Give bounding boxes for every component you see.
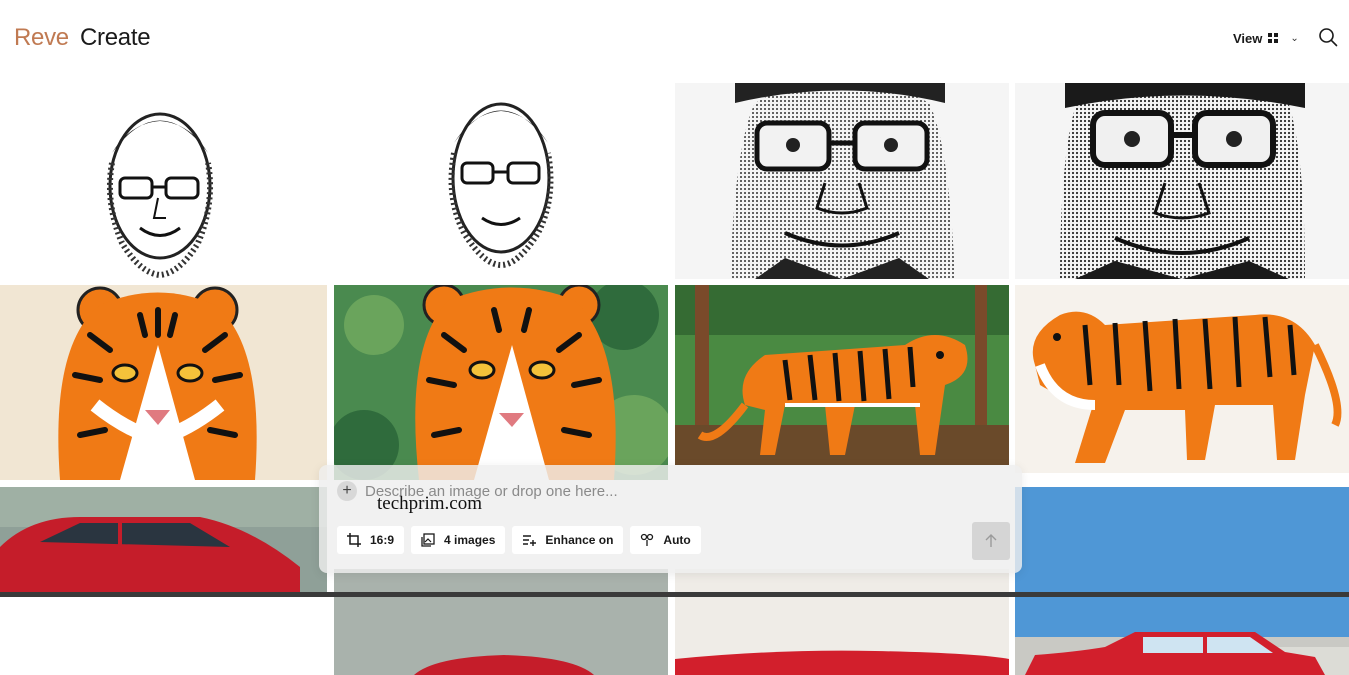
brand-logo[interactable]: Reve bbox=[14, 24, 69, 52]
view-label: View bbox=[1233, 30, 1263, 46]
gallery-image-tiger-1[interactable] bbox=[0, 285, 327, 480]
gallery-image-tiger-4[interactable] bbox=[1015, 285, 1349, 473]
page-title: Create bbox=[80, 24, 151, 51]
plus-icon: + bbox=[342, 482, 352, 499]
gallery-image-car-3[interactable] bbox=[675, 569, 1009, 675]
aspect-ratio-label: 16:9 bbox=[370, 533, 395, 547]
gallery-image-portrait-2[interactable] bbox=[334, 83, 668, 279]
gallery-image-car-1[interactable] bbox=[0, 487, 327, 597]
model-select-button[interactable]: Auto bbox=[630, 526, 701, 554]
gallery-image-portrait-1[interactable] bbox=[0, 83, 327, 279]
grid-icon bbox=[1268, 33, 1279, 43]
arrow-up-icon bbox=[985, 534, 997, 547]
model-icon bbox=[641, 533, 654, 546]
enhance-label: Enhance on bbox=[545, 533, 614, 547]
images-icon bbox=[421, 533, 435, 547]
model-label: Auto bbox=[663, 533, 691, 547]
chevron-down-icon: ⌄ bbox=[1290, 32, 1299, 44]
crop-icon bbox=[347, 533, 361, 547]
prompt-options: 16:9 4 images Enhance on Auto bbox=[337, 526, 701, 554]
submit-button[interactable] bbox=[972, 522, 1010, 560]
enhance-toggle-button[interactable]: Enhance on bbox=[512, 526, 624, 554]
top-bar: Reve Create View ⌄ bbox=[0, 0, 1349, 76]
view-toggle-button[interactable]: View ⌄ bbox=[1233, 28, 1299, 48]
image-count-button[interactable]: 4 images bbox=[411, 526, 506, 554]
gallery-image-tiger-3[interactable] bbox=[675, 285, 1009, 465]
gallery-image-portrait-4[interactable] bbox=[1015, 83, 1349, 279]
search-icon[interactable] bbox=[1318, 27, 1338, 47]
gallery-image-tiger-2[interactable] bbox=[334, 285, 668, 480]
image-count-label: 4 images bbox=[444, 533, 496, 547]
add-image-button[interactable]: + bbox=[337, 481, 357, 501]
gallery-image-portrait-3[interactable] bbox=[675, 83, 1009, 279]
bottom-edge bbox=[0, 592, 1349, 597]
enhance-icon bbox=[523, 535, 537, 546]
prompt-panel: + techprim.com 16:9 4 images Enhance on … bbox=[319, 465, 1022, 573]
watermark-text: techprim.com bbox=[377, 493, 482, 514]
aspect-ratio-button[interactable]: 16:9 bbox=[337, 526, 405, 554]
gallery-image-car-4[interactable] bbox=[1015, 487, 1349, 675]
gallery-image-car-2[interactable] bbox=[334, 569, 668, 675]
